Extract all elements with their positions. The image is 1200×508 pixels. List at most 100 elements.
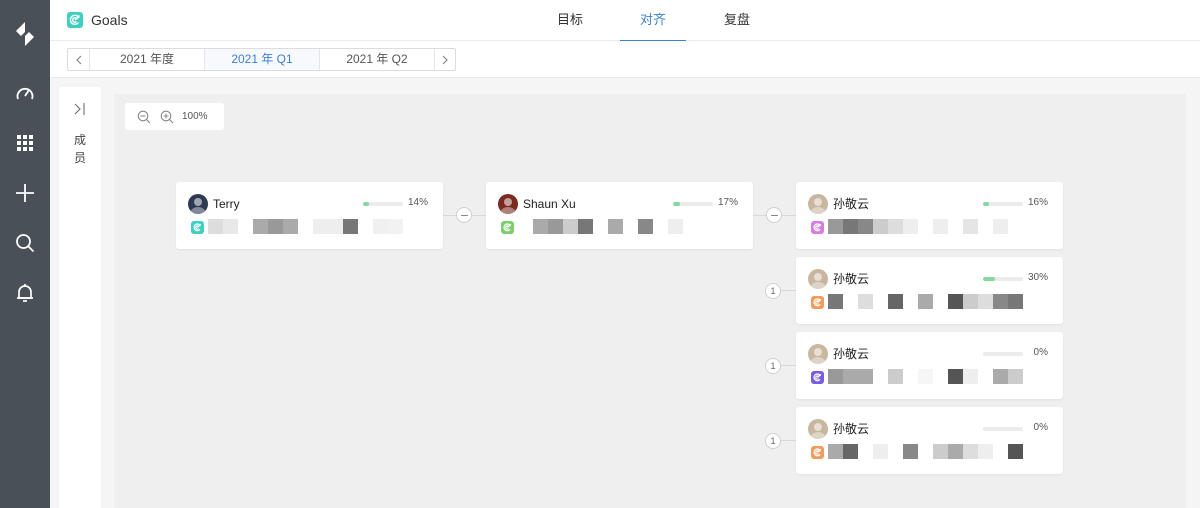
blurred-text-block [918,219,933,234]
collapse-node-button[interactable] [456,207,472,223]
blurred-text-block [518,219,533,234]
app-logo-icon[interactable] [0,14,50,54]
progress-percent: 30% [1027,272,1048,283]
blurred-text-block [578,219,593,234]
zoom-controls: 100% [125,103,224,130]
blurred-text-block [653,219,668,234]
blurred-text-block [963,369,978,384]
goal-target-icon [811,296,824,309]
tab-alignment[interactable]: 对齐 [620,0,686,42]
connector-line [780,365,796,366]
progress-fill [363,202,369,206]
blurred-text-block [1008,294,1023,309]
chevron-right-icon[interactable] [434,49,455,70]
blurred-text-block [373,219,388,234]
avatar [808,419,828,439]
blurred-text-block [858,219,873,234]
collapse-node-button[interactable] [766,207,782,223]
blurred-text-block [268,219,283,234]
progress-bar [983,202,1023,206]
goal-target-icon [811,371,824,384]
blurred-text-block [903,294,918,309]
blurred-text-block [548,219,563,234]
goal-card[interactable]: 孙敬云 0% [796,332,1063,399]
blurred-text-block [918,294,933,309]
blurred-text-block [918,369,933,384]
bell-icon[interactable] [0,273,50,313]
left-nav [0,0,50,508]
zoom-in-icon[interactable] [160,110,174,124]
owner-name: 孙敬云 [833,422,870,436]
period-q1[interactable]: 2021 年 Q1 [204,49,319,70]
blurred-text-block [948,219,963,234]
plus-icon[interactable] [0,173,50,213]
expand-panel-icon[interactable] [72,102,88,116]
blurred-text-block [933,369,948,384]
top-header: Goals 目标 对齐 复盘 [50,0,1200,42]
blurred-text-block [963,219,978,234]
blurred-text-block [358,219,373,234]
avatar [498,194,518,214]
progress-fill [983,277,995,281]
goal-target-icon [191,221,204,234]
blurred-text-block [828,369,843,384]
app-title: Goals [91,12,128,28]
progress-percent: 0% [1033,422,1048,433]
tab-review[interactable]: 复盘 [712,0,762,41]
goal-target-icon [811,221,824,234]
progress-percent: 14% [407,197,428,208]
chevron-left-icon[interactable] [68,49,89,70]
goal-card[interactable]: Shaun Xu 17% [486,182,753,249]
search-icon[interactable] [0,223,50,263]
goal-card[interactable]: 孙敬云 30% [796,257,1063,324]
owner-name: Shaun Xu [523,197,576,211]
owner-name: 孙敬云 [833,197,870,211]
child-count-badge[interactable]: 1 [765,358,781,374]
goal-target-icon [67,12,83,28]
blurred-text-block [918,444,933,459]
progress-percent: 17% [717,197,738,208]
blurred-text-block [828,444,843,459]
connector-line [780,440,796,441]
blurred-text-block [933,294,948,309]
blurred-text-block [1008,369,1023,384]
blurred-text-block [903,219,918,234]
blurred-text-block [328,219,343,234]
blurred-text-block [888,369,903,384]
child-count-badge[interactable]: 1 [765,283,781,299]
blurred-text-block [993,294,1008,309]
blurred-text-block [888,219,903,234]
period-year[interactable]: 2021 年度 [89,49,204,70]
child-count-badge[interactable]: 1 [765,433,781,449]
alignment-canvas[interactable]: 100% 1 1 1 Terry 14% Shaun Xu 17% 孙敬云 16… [114,94,1186,508]
blurred-text-block [238,219,253,234]
blurred-text-block [638,219,653,234]
apps-grid-icon[interactable] [0,123,50,163]
blurred-text-block [993,219,1008,234]
period-q2[interactable]: 2021 年 Q2 [319,49,434,70]
goal-card[interactable]: 孙敬云 0% [796,407,1063,474]
progress-bar [983,352,1023,356]
blurred-text-block [978,219,993,234]
blurred-text-block [843,219,858,234]
blurred-text-block [963,444,978,459]
zoom-out-icon[interactable] [137,110,151,124]
connector-line [780,290,796,291]
progress-percent: 0% [1033,347,1048,358]
goal-card[interactable]: Terry 14% [176,182,443,249]
period-bar: 2021 年度 2021 年 Q1 2021 年 Q2 [50,41,1200,78]
blurred-text-block [903,369,918,384]
blurred-text-block [933,219,948,234]
blurred-text-block [873,444,888,459]
dashboard-gauge-icon[interactable] [0,74,50,114]
blurred-text-block [208,219,223,234]
blurred-text-block [343,219,358,234]
goal-card[interactable]: 孙敬云 16% [796,182,1063,249]
blurred-text-block [963,294,978,309]
zoom-level: 100% [182,111,208,122]
owner-name: Terry [213,197,240,211]
progress-bar [673,202,713,206]
blurred-text-block [668,219,683,234]
progress-percent: 16% [1027,197,1048,208]
tab-goals[interactable]: 目标 [545,0,595,41]
